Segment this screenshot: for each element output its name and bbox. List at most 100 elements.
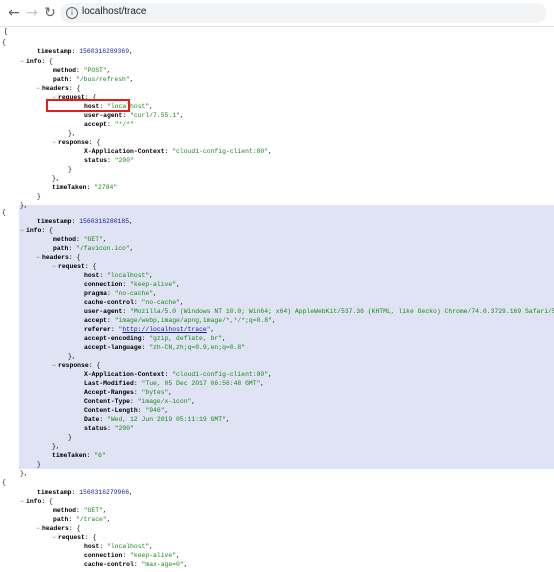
json-value: "6" <box>94 452 106 459</box>
json-value: "200" <box>114 425 134 432</box>
collapse-toggle-icon[interactable]: − <box>50 262 58 272</box>
json-punctuation: } <box>68 434 72 441</box>
json-punctuation: , <box>153 290 157 297</box>
json-key: user-agent <box>84 112 123 119</box>
json-line: − info: { <box>18 497 53 507</box>
json-key: accept-language <box>84 344 142 351</box>
json-key: method <box>53 236 77 243</box>
json-key: cache-control <box>84 299 134 306</box>
json-key: method <box>53 67 77 74</box>
json-punctuation: , <box>106 67 111 74</box>
json-line: } <box>37 192 41 202</box>
json-punctuation: { <box>2 209 6 216</box>
json-line: } <box>37 460 41 470</box>
arrow-right-icon[interactable]: → <box>22 3 42 23</box>
json-punctuation: : { <box>68 85 81 92</box>
json-line: }, <box>20 201 28 211</box>
json-link[interactable]: http://localhost/trace <box>122 326 206 333</box>
collapse-toggle-icon[interactable]: − <box>34 253 42 263</box>
json-key: Content-Type <box>84 398 131 405</box>
json-value: "2784" <box>94 184 118 191</box>
json-punctuation: : { <box>41 58 53 65</box>
json-punctuation: }, <box>52 175 60 182</box>
json-punctuation: : { <box>41 498 53 505</box>
collapse-toggle-icon[interactable]: − <box>50 138 58 148</box>
json-value: "/favicon.ico" <box>76 245 130 252</box>
json-value: "cloud1-config-client:80" <box>172 148 269 155</box>
json-punctuation: }, <box>68 130 76 137</box>
json-value: "keep-alive" <box>130 552 177 559</box>
json-line: accept: "*/*" <box>84 120 134 130</box>
json-value: "localhost" <box>107 543 150 550</box>
json-key: timestamp <box>37 48 72 55</box>
json-key: user-agent <box>84 308 123 315</box>
json-key: accept <box>84 317 108 324</box>
collapse-toggle-icon[interactable]: − <box>50 93 58 103</box>
json-line: timeTaken: "6" <box>52 451 106 461</box>
json-punctuation: : <box>122 112 131 119</box>
json-value: "no-cache" <box>141 299 180 306</box>
json-key: request <box>58 263 85 270</box>
json-punctuation: : { <box>84 94 97 101</box>
json-value: "Mozilla/5.0 (Windows NT 10.0; Win64; x6… <box>130 308 554 315</box>
json-punctuation: : <box>130 398 138 405</box>
json-key: response <box>58 362 89 369</box>
json-punctuation: , <box>260 380 265 387</box>
json-punctuation: , <box>168 389 173 396</box>
json-key: Last-Modified <box>84 380 134 387</box>
json-punctuation: : <box>133 299 142 306</box>
json-value: 1560316289369 <box>79 48 130 55</box>
json-value: "no-cache" <box>114 290 154 297</box>
json-punctuation: , <box>179 299 184 306</box>
json-line: status: "200" <box>84 424 134 434</box>
collapse-toggle-icon[interactable]: − <box>18 226 26 236</box>
json-punctuation: , <box>149 543 154 550</box>
json-key: host <box>84 103 100 110</box>
json-key: host <box>84 272 100 279</box>
json-key: request <box>58 94 85 101</box>
json-key: Content-Length <box>84 407 138 414</box>
collapse-toggle-icon[interactable]: − <box>18 57 26 67</box>
json-punctuation: : <box>122 281 131 288</box>
json-punctuation: : <box>68 516 77 523</box>
json-punctuation: , <box>222 335 226 342</box>
json-punctuation: : { <box>88 362 101 369</box>
json-value: "curl/7.55.1" <box>130 112 180 119</box>
collapse-toggle-icon[interactable]: − <box>34 84 42 94</box>
json-punctuation: , <box>176 552 180 559</box>
json-viewer: [−{timestamp: 1560316289369,−info: {meth… <box>0 27 554 572</box>
json-punctuation: : <box>68 76 77 83</box>
json-value: "POST" <box>83 67 107 74</box>
arrow-left-icon[interactable]: ← <box>4 3 24 23</box>
json-value: "Wed, 12 Jun 2019 05:11:19 GMT" <box>107 416 226 423</box>
json-punctuation: : <box>68 245 77 252</box>
json-line: timestamp: 1560316289369, <box>37 47 133 57</box>
json-key: connection <box>84 552 123 559</box>
collapse-toggle-icon[interactable]: − <box>34 524 42 534</box>
json-punctuation: , <box>268 371 272 378</box>
address-url[interactable]: localhost/trace <box>82 6 146 17</box>
json-punctuation: : <box>107 317 115 324</box>
json-line: status: "200" <box>84 156 134 166</box>
json-punctuation: }, <box>20 470 28 477</box>
info-icon[interactable]: i <box>66 7 78 19</box>
json-key: accept-encoding <box>84 335 142 342</box>
json-punctuation: : <box>76 67 84 74</box>
json-value: "*/*" <box>114 121 134 128</box>
collapse-toggle-icon[interactable]: − <box>50 361 58 371</box>
json-key: accept <box>84 121 108 128</box>
collapse-toggle-icon[interactable]: − <box>18 497 26 507</box>
json-value: "gzip, deflate, br" <box>149 335 223 342</box>
json-value: "/trace" <box>76 516 107 523</box>
json-key: Date <box>84 416 100 423</box>
json-punctuation: , <box>191 398 196 405</box>
reload-icon[interactable]: ↻ <box>40 3 60 23</box>
json-line: −{ <box>0 208 6 218</box>
json-punctuation: { <box>2 479 6 486</box>
json-key: headers <box>42 525 69 532</box>
address-bar[interactable]: i localhost/trace <box>60 3 546 23</box>
collapse-toggle-icon[interactable]: − <box>50 533 58 543</box>
json-key: Accept-Ranges <box>84 389 134 396</box>
json-punctuation: { <box>2 39 6 46</box>
json-key: X-Application-Context <box>84 371 165 378</box>
